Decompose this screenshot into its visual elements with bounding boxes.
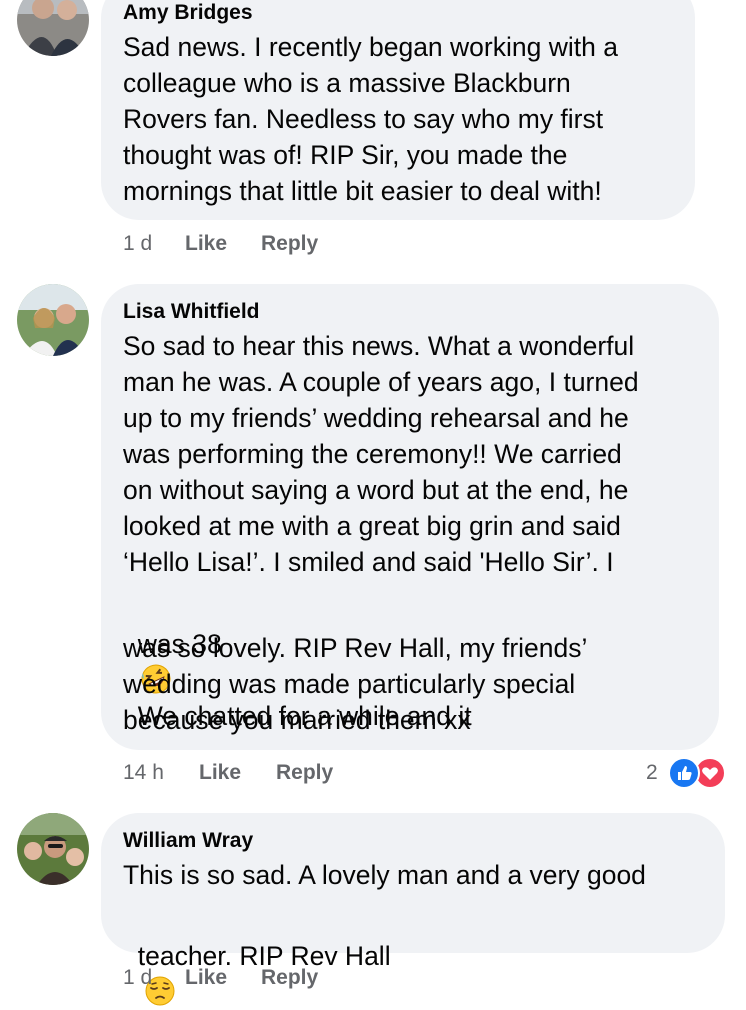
like-button[interactable]: Like xyxy=(199,761,241,785)
reply-button[interactable]: Reply xyxy=(261,232,318,256)
comment-text-line: was so lovely. RIP Rev Hall, my friends’ xyxy=(123,633,588,663)
reply-button[interactable]: Reply xyxy=(261,966,318,990)
avatar-william-wray[interactable] xyxy=(17,813,89,885)
comment-text-line: thought was of! RIP Sir, you made the xyxy=(123,140,568,170)
comment-text-line: looked at me with a great big grin and s… xyxy=(123,511,621,541)
comment-text-line: Rovers fan. Needless to say who my first xyxy=(123,104,604,134)
like-button[interactable]: Like xyxy=(185,232,227,256)
comment-text-line: colleague who is a massive Blackburn xyxy=(123,68,571,98)
comment-timestamp: 1 d xyxy=(123,232,153,255)
comment-timestamp: 14 h xyxy=(123,761,164,784)
comment-author[interactable]: Amy Bridges xyxy=(123,1,253,25)
comment-text-line: ‘Hello Lisa!’. I smiled and said 'Hello … xyxy=(123,547,614,577)
comment-text-line: So sad to hear this news. What a wonderf… xyxy=(123,331,635,361)
comment-text-line: This is so sad. A lovely man and a very … xyxy=(123,860,646,890)
comment-text-line: teacher. RIP Rev Hall xyxy=(123,902,391,1010)
avatar-amy-bridges[interactable] xyxy=(17,0,89,56)
comment-text-line: Sad news. I recently began working with … xyxy=(123,32,618,62)
comment-text-line: man he was. A couple of years ago, I tur… xyxy=(123,367,639,397)
comment-text-line: because you married them xx xyxy=(123,705,471,735)
comment-text-line: up to my friends’ wedding rehearsal and … xyxy=(123,403,629,433)
comment-text-line: on without saying a word but at the end,… xyxy=(123,475,629,505)
reply-button[interactable]: Reply xyxy=(276,761,333,785)
comment-timestamp: 1 d xyxy=(123,966,153,989)
comment-author[interactable]: William Wray xyxy=(123,829,253,853)
like-reaction-icon xyxy=(668,757,700,789)
reactions-summary[interactable]: 2 xyxy=(640,756,730,790)
comment-author[interactable]: Lisa Whitfield xyxy=(123,300,260,324)
like-button[interactable]: Like xyxy=(185,966,227,990)
avatar-lisa-whitfield[interactable] xyxy=(17,284,89,356)
comment-text-line: wedding was made particularly special xyxy=(123,669,576,699)
reaction-count: 2 xyxy=(646,761,658,784)
comment-text-line: was performing the ceremony!! We carried xyxy=(123,439,622,469)
comment-text-line: mornings that little bit easier to deal … xyxy=(123,176,602,206)
